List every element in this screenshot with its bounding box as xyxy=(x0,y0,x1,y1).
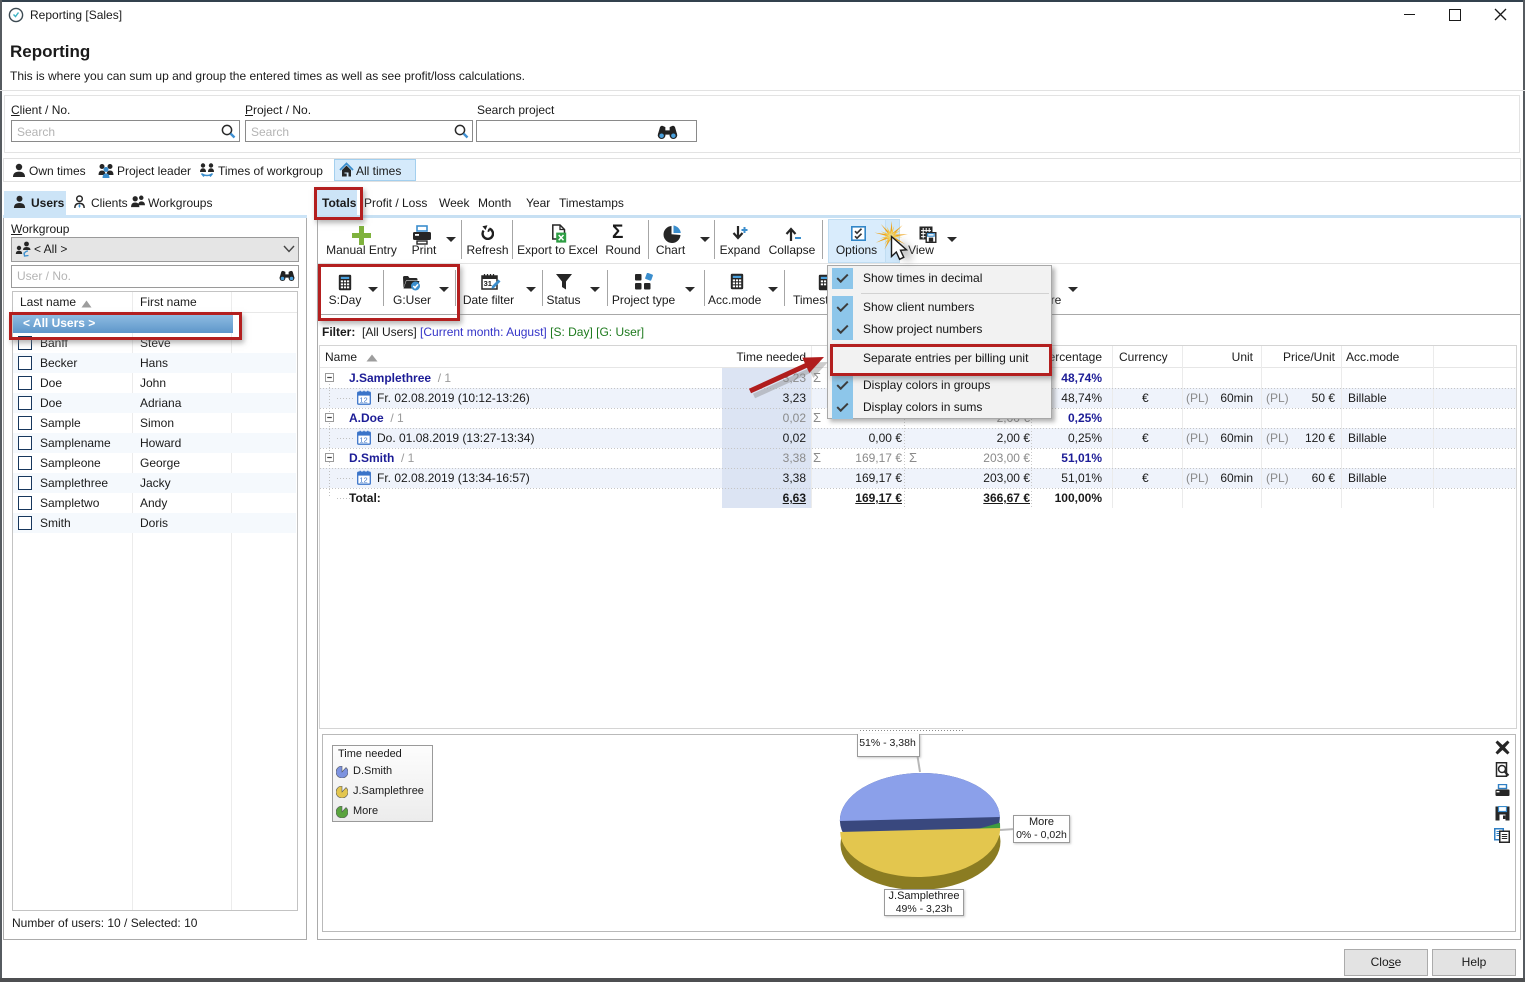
svg-text:31: 31 xyxy=(484,279,492,288)
svg-text:12: 12 xyxy=(359,476,367,485)
svg-text:12: 12 xyxy=(359,436,367,445)
svg-text:12: 12 xyxy=(359,396,367,405)
